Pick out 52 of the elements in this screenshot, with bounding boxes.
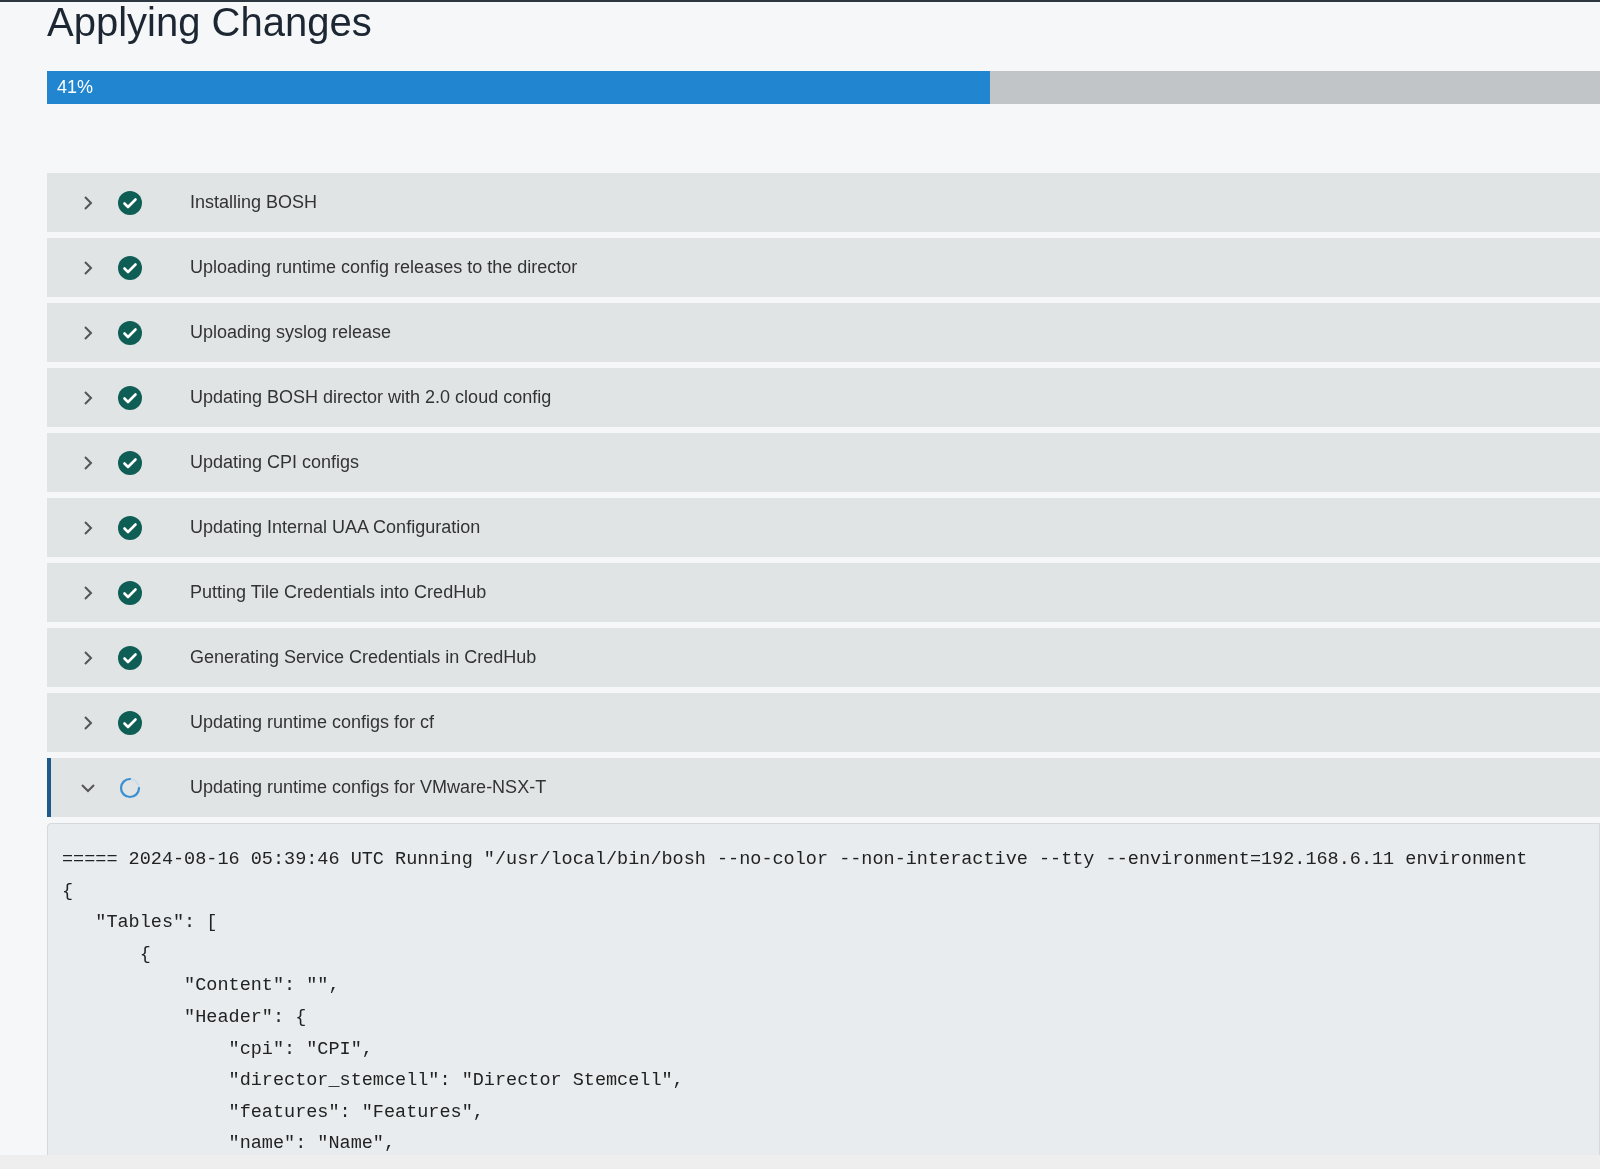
progress-label: 41% (57, 76, 94, 99)
step-row[interactable]: Updating BOSH director with 2.0 cloud config (47, 368, 1600, 427)
check-circle-icon (118, 515, 142, 540)
step-row[interactable]: Uploading runtime config releases to the director (47, 238, 1600, 297)
log-line: "cpi": "CPI", (227, 1037, 373, 1062)
step-row[interactable]: Updating runtime configs for VMware-NSX-T (47, 758, 1600, 817)
step-label: Installing BOSH (190, 191, 318, 214)
check-circle-icon (118, 190, 142, 215)
step-row[interactable]: Generating Service Credentials in CredHub (47, 628, 1600, 687)
step-label: Uploading runtime config releases to the director (190, 256, 578, 279)
log-line: "director_stemcell": "Director Stemcell", (227, 1069, 684, 1094)
check-circle-icon (118, 255, 142, 280)
check-circle-icon (118, 580, 142, 605)
check-circle-icon (118, 450, 142, 475)
step-label: Updating runtime configs for cf (190, 711, 435, 734)
log-line: ===== 2024-08-16 05:39:46 UTC Running "/usr/local/bin/bosh --no-color --non-interactive --tty --environment=192.168.6.11 environment (62, 848, 1528, 872)
log-line: { (138, 942, 151, 967)
log-line: "features": "Features", (227, 1100, 484, 1125)
chevron-right-icon[interactable] (83, 389, 93, 406)
chevron-right-icon[interactable] (83, 519, 93, 536)
chevron-right-icon[interactable] (83, 584, 93, 601)
log-line: { (62, 879, 74, 904)
log-line: "Header": { (183, 1005, 307, 1030)
log-line: "name": "Name", (227, 1132, 396, 1157)
step-label: Updating CPI configs (190, 451, 360, 474)
check-circle-icon (118, 320, 142, 345)
step-row[interactable]: Updating runtime configs for cf (47, 693, 1600, 752)
chevron-down-icon[interactable] (80, 782, 96, 793)
step-row[interactable]: Updating CPI configs (47, 433, 1600, 492)
step-row[interactable]: Putting Tile Credentials into CredHub (47, 563, 1600, 622)
check-circle-icon (118, 385, 142, 410)
log-line: "Content": "", (183, 974, 340, 999)
page-title: Applying Changes (47, 0, 372, 44)
chevron-right-icon[interactable] (83, 324, 93, 341)
chevron-right-icon[interactable] (83, 714, 93, 731)
log-line: "Tables": [ (94, 911, 218, 936)
check-circle-icon (118, 645, 142, 670)
chevron-right-icon[interactable] (83, 259, 93, 276)
step-label: Putting Tile Credentials into CredHub (190, 581, 487, 604)
step-label: Uploading syslog release (190, 321, 392, 344)
step-label: Updating Internal UAA Configuration (190, 516, 481, 539)
step-row[interactable]: Uploading syslog release (47, 303, 1600, 362)
chevron-right-icon[interactable] (83, 649, 93, 666)
chevron-right-icon[interactable] (83, 454, 93, 471)
spinner-icon (119, 776, 141, 799)
step-row[interactable]: Updating Internal UAA Configuration (47, 498, 1600, 557)
step-label: Updating runtime configs for VMware-NSX-T (190, 776, 547, 799)
step-row[interactable]: Installing BOSH (47, 173, 1600, 232)
step-label: Generating Service Credentials in CredHub (190, 646, 537, 669)
step-label: Updating BOSH director with 2.0 cloud config (190, 386, 552, 409)
check-circle-icon (118, 710, 142, 735)
chevron-right-icon[interactable] (83, 194, 93, 211)
